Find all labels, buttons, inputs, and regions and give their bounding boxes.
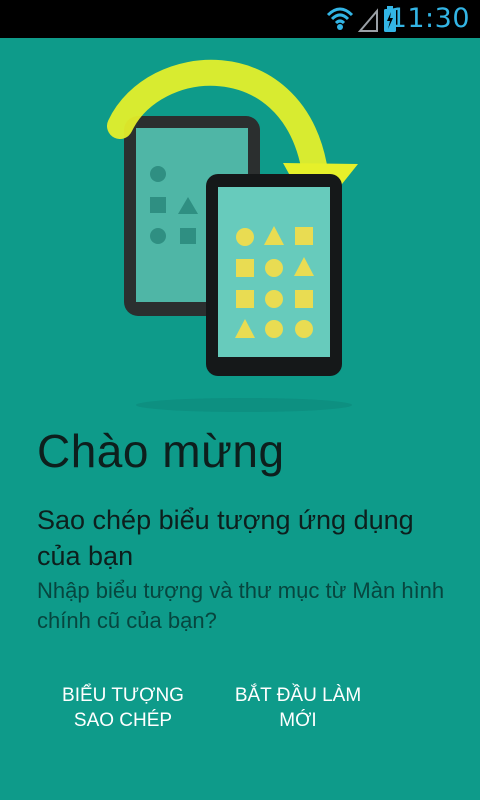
wifi-icon [326,7,354,30]
copy-icons-button[interactable]: BIỂU TƯỢNG SAO CHÉP [48,683,198,733]
start-fresh-button[interactable]: BẮT ĐẦU LÀM MỚI [218,683,378,733]
welcome-subtitle: Sao chép biểu tượng ứng dụng của bạn [37,505,414,571]
status-time: 11:30 [389,3,470,34]
phone-migration-illustration [107,59,358,412]
welcome-description: Nhập biểu tượng và thư mục từ Màn hình c… [37,578,445,633]
cell-signal-icon [357,8,378,32]
welcome-screen: 11:30 Chào mừng Sao chép biểu tượng ứng … [0,0,480,800]
status-bar: 11:30 [0,0,480,38]
welcome-title: Chào mừng [37,425,285,477]
new-phone [206,174,342,376]
